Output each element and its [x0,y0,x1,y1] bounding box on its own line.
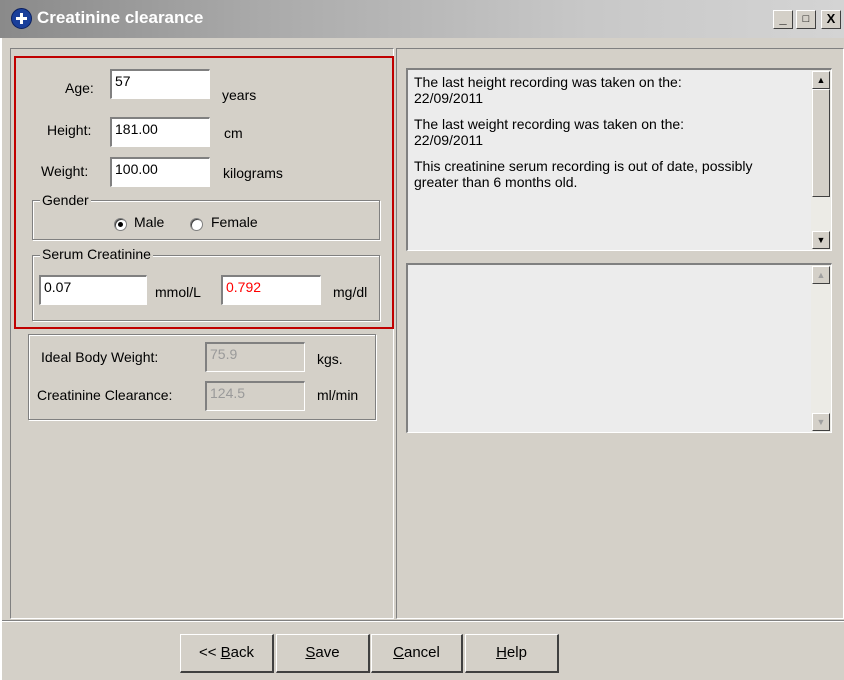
maximize-button[interactable]: □ [796,10,816,29]
notes-textbox[interactable]: ▲ ▼ [406,263,832,433]
app-icon[interactable] [11,8,32,29]
scroll-up-arrow-icon[interactable]: ▲ [812,71,830,89]
help-button[interactable]: Help [465,634,559,673]
back-button[interactable]: << Back [180,634,274,673]
save-button[interactable]: Save [276,634,370,673]
creatinine-clearance-label: Creatinine Clearance: [37,387,173,403]
weight-date: 22/09/2011 [414,132,484,148]
ideal-body-weight-field: 75.9 [205,342,305,372]
messages-content: The last height recording was taken on t… [414,74,807,200]
notes-scrollbar[interactable]: ▲ ▼ [811,265,831,432]
title-bar: Creatinine clearance _ □ X [0,0,844,38]
button-separator [2,620,844,622]
results-group [28,334,376,420]
creatinine-clearance-field: 124.5 [205,381,305,411]
scroll-up-arrow-icon: ▲ [812,266,830,284]
height-message: The last height recording was taken on t… [414,74,682,90]
ideal-body-weight-unit: kgs. [317,351,343,367]
highlight-box [14,56,394,329]
scroll-down-arrow-icon: ▼ [812,413,830,431]
height-date: 22/09/2011 [414,90,484,106]
weight-message: The last weight recording was taken on t… [414,116,685,132]
minimize-button[interactable]: _ [773,10,793,29]
cancel-button[interactable]: Cancel [371,634,463,673]
messages-textbox[interactable]: The last height recording was taken on t… [406,68,832,251]
window-title: Creatinine clearance [37,8,204,27]
messages-scrollbar[interactable]: ▲ ▼ [811,70,831,250]
creatinine-clearance-unit: ml/min [317,387,359,403]
scroll-thumb[interactable] [812,89,830,197]
ideal-body-weight-label: Ideal Body Weight: [41,349,159,365]
close-button[interactable]: X [821,10,841,29]
scroll-down-arrow-icon[interactable]: ▼ [812,231,830,249]
serum-message: This creatinine serum recording is out o… [414,158,753,190]
dialog-body: Age: 57 years Height: 181.00 cm Weight: … [0,38,844,680]
